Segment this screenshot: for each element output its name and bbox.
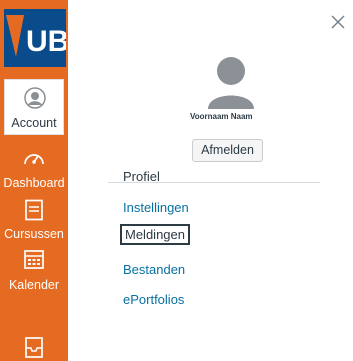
nav-inbox[interactable] (0, 336, 68, 358)
inbox-icon (25, 337, 43, 358)
nav-calendar[interactable]: Kalender (0, 248, 68, 293)
nav-dashboard[interactable]: Dashboard (0, 148, 68, 191)
account-icon (24, 87, 46, 109)
close-icon[interactable] (330, 14, 346, 30)
courses-icon (25, 199, 43, 221)
vub-logo[interactable]: UB (4, 9, 66, 67)
link-profile[interactable]: Profiel (123, 169, 160, 184)
nav-account[interactable]: Account (4, 79, 64, 135)
dashboard-icon (24, 154, 44, 165)
logout-button[interactable]: Afmelden (192, 139, 263, 162)
nav-calendar-label: Kalender (8, 278, 60, 292)
user-name: Voornaam Naam (190, 112, 253, 121)
nav-account-label: Account (11, 116, 57, 130)
nav-dashboard-label: Dashboard (3, 176, 65, 190)
calendar-icon (24, 250, 44, 269)
global-navigation: UB Account Dashboard Cursussen Kalender (0, 0, 68, 361)
link-files[interactable]: Bestanden (123, 262, 185, 277)
link-settings[interactable]: Instellingen (123, 200, 189, 215)
nav-courses-label: Cursussen (4, 227, 64, 241)
svg-text:UB: UB (26, 25, 66, 58)
link-eportfolios[interactable]: ePortfolios (123, 292, 184, 307)
nav-courses[interactable]: Cursussen (0, 199, 68, 242)
link-notifications[interactable]: Meldingen (120, 224, 190, 245)
avatar-icon (208, 57, 254, 109)
